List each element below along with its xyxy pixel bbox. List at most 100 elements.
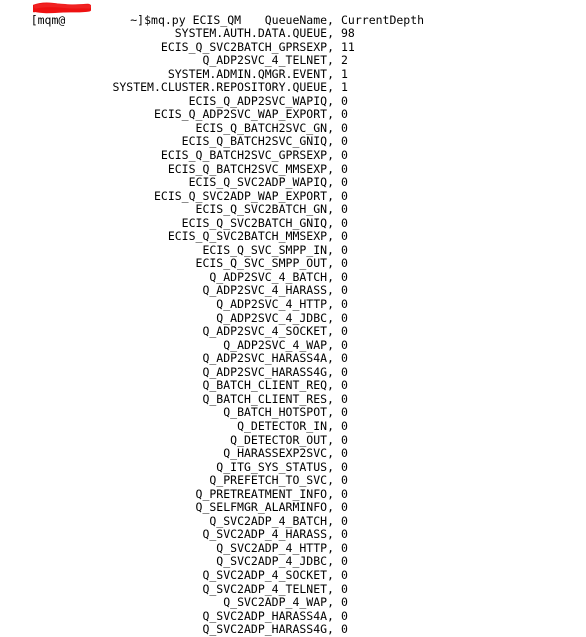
table-row: Q_ADP2SVC_HARASS4A, 0 — [0, 352, 461, 366]
table-row: Q_ADP2SVC_4_HTTP, 0 — [0, 297, 461, 312]
current-depth-cell: 0 — [341, 527, 348, 542]
current-depth-cell: 0 — [341, 188, 348, 203]
table-row: Q_SVC2ADP_4_JDBC, 0 — [0, 555, 461, 569]
shell-prompt-line: [mqm@ ~]$mq.py ECIS_QM — [0, 0, 586, 26]
current-depth-cell: 0 — [341, 581, 348, 596]
shell-command-text: mq.py ECIS_QM — [151, 12, 242, 27]
current-depth-cell: 0 — [341, 148, 348, 163]
prompt-path-suffix: ~]$ — [123, 12, 152, 27]
queue-name-cell: SYSTEM.ADMIN.QMGR.EVENT, — [167, 66, 334, 81]
table-row: Q_SELFMGR_ALARMINFO, 0 — [0, 501, 461, 515]
queue-name-cell: Q_SVC2ADP_4_HTTP, — [216, 540, 334, 555]
queue-name-cell: ECIS_Q_BATCH2SVC_GNIQ, — [181, 134, 334, 149]
current-depth-cell: 0 — [341, 554, 348, 569]
table-row: ECIS_Q_BATCH2SVC_GNIQ, 0 — [0, 135, 461, 149]
current-depth-cell: 0 — [341, 242, 348, 257]
queue-name-cell: Q_ADP2SVC_4_SOCKET, — [202, 324, 334, 339]
current-depth-cell: 0 — [341, 202, 348, 217]
current-depth-cell: 0 — [341, 500, 348, 515]
table-row: Q_PREFETCH_TO_SVC, 0 — [0, 474, 461, 488]
queue-name-cell: SYSTEM.CLUSTER.REPOSITORY.QUEUE, — [112, 80, 334, 95]
queue-name-cell: Q_ADP2SVC_4_HTTP, — [216, 297, 334, 312]
current-depth-cell: 0 — [341, 120, 348, 135]
queue-name-cell: Q_SVC2ADP_4_BATCH, — [209, 513, 334, 528]
current-depth-cell: 11 — [341, 39, 355, 54]
current-depth-cell: 0 — [341, 459, 348, 474]
current-depth-cell: 98 — [341, 26, 355, 41]
table-row: ECIS_Q_SVC2BATCH_MMSEXP, 0 — [0, 230, 461, 244]
queue-name-cell: ECIS_Q_BATCH2SVC_GN, — [195, 120, 334, 135]
queue-name-cell: Q_BATCH_HOTSPOT, — [223, 405, 334, 420]
table-row: Q_PRETREATMENT_INFO, 0 — [0, 487, 461, 502]
current-depth-cell: 0 — [341, 297, 348, 312]
table-row: Q_ADP2SVC_4_WAP, 0 — [0, 337, 461, 353]
column-header-current-depth: CurrentDepth — [341, 12, 425, 27]
queue-name-cell: Q_ADP2SVC_4_BATCH, — [209, 269, 334, 284]
queue-name-cell: Q_SVC2ADP_4_SOCKET, — [202, 567, 334, 582]
table-row: Q_ADP2SVC_4_TELNET, 2 — [0, 54, 461, 68]
table-row: Q_DETECTOR_IN, 0 — [0, 418, 461, 434]
table-row: ECIS_Q_SVC2BATCH_GN, 0 — [0, 203, 461, 217]
queue-depth-table: QueueName, CurrentDepth SYSTEM.AUTH.DATA… — [0, 12, 461, 637]
current-depth-cell: 0 — [341, 405, 348, 420]
queue-name-cell: Q_ADP2SVC_HARASS4A, — [202, 351, 334, 366]
table-row: Q_SVC2ADP_HARASS4A, 0 — [0, 608, 461, 624]
current-depth-cell: 0 — [341, 269, 348, 284]
queue-name-cell: Q_ADP2SVC_4_HARASS, — [202, 283, 334, 298]
table-row: ECIS_Q_SVC_SMPP_IN, 0 — [0, 242, 461, 258]
queue-name-cell: ECIS_Q_BATCH2SVC_GPRSEXP, — [160, 148, 334, 163]
current-depth-cell: 0 — [341, 337, 348, 352]
queue-name-cell: ECIS_Q_SVC2BATCH_MMSEXP, — [167, 229, 334, 244]
table-row: ECIS_Q_SVC2BATCH_GPRSEXP, 11 — [0, 39, 461, 55]
queue-name-cell: Q_HARASSEXP2SVC, — [223, 446, 334, 461]
queue-name-cell: ECIS_Q_SVC2BATCH_GN, — [195, 202, 334, 217]
queue-name-cell: Q_SVC2ADP_HARASS4A, — [202, 608, 334, 623]
current-depth-cell: 0 — [341, 595, 348, 610]
queue-name-cell: ECIS_Q_SVC2BATCH_GNIQ, — [181, 215, 334, 230]
current-depth-cell: 0 — [341, 310, 348, 325]
table-row: ECIS_Q_SVC_SMPP_OUT, 0 — [0, 257, 461, 271]
current-depth-cell: 0 — [341, 161, 348, 176]
table-row: SYSTEM.AUTH.DATA.QUEUE, 98 — [0, 27, 461, 41]
terminal-window[interactable]: [mqm@ ~]$mq.py ECIS_QM QueueName, Curren… — [0, 0, 586, 636]
queue-name-cell: Q_DETECTOR_IN, — [237, 418, 334, 433]
queue-name-cell: ECIS_Q_ADP2SVC_WAP_EXPORT, — [153, 107, 334, 122]
table-row: Q_BATCH_HOTSPOT, 0 — [0, 406, 461, 420]
queue-name-cell: ECIS_Q_SVC_SMPP_IN, — [202, 242, 334, 257]
current-depth-cell: 0 — [341, 378, 348, 393]
table-row: SYSTEM.ADMIN.QMGR.EVENT, 1 — [0, 66, 461, 82]
table-row: ECIS_Q_BATCH2SVC_GN, 0 — [0, 120, 461, 136]
queue-name-cell: Q_SVC2ADP_4_WAP, — [223, 595, 334, 610]
current-depth-cell: 0 — [341, 608, 348, 623]
queue-name-cell: Q_PREFETCH_TO_SVC, — [209, 473, 334, 488]
queue-name-cell: ECIS_Q_BATCH2SVC_MMSEXP, — [167, 161, 334, 176]
queue-name-cell: ECIS_Q_SVC2BATCH_GPRSEXP, — [160, 39, 334, 54]
current-depth-cell: 0 — [341, 446, 348, 461]
current-depth-cell: 0 — [341, 215, 348, 230]
current-depth-cell: 0 — [341, 432, 348, 447]
current-depth-cell: 0 — [341, 473, 348, 488]
queue-name-cell: Q_SELFMGR_ALARMINFO, — [195, 500, 334, 515]
current-depth-cell: 0 — [341, 540, 348, 555]
table-row: Q_ADP2SVC_HARASS4G, 0 — [0, 365, 461, 380]
queue-name-cell: Q_SVC2ADP_4_TELNET, — [202, 581, 334, 596]
queue-name-cell: ECIS_Q_SVC2ADP_WAP_EXPORT, — [153, 188, 334, 203]
current-depth-cell: 0 — [341, 256, 348, 271]
table-row: Q_BATCH_CLIENT_REQ, 0 — [0, 379, 461, 393]
table-row: Q_ADP2SVC_4_JDBC, 0 — [0, 310, 461, 326]
table-row: Q_ADP2SVC_4_BATCH, 0 — [0, 269, 461, 285]
table-row: Q_SVC2ADP_4_SOCKET, 0 — [0, 567, 461, 583]
queue-depth-table-body: QueueName, CurrentDepth SYSTEM.AUTH.DATA… — [0, 12, 461, 637]
current-depth-cell: 0 — [341, 229, 348, 244]
table-row: ECIS_Q_BATCH2SVC_MMSEXP, 0 — [0, 161, 461, 177]
current-depth-cell: 0 — [341, 351, 348, 366]
queue-name-cell: Q_SVC2ADP_4_HARASS, — [202, 527, 334, 542]
table-row: Q_SVC2ADP_HARASS4G, 0 — [0, 623, 461, 637]
current-depth-cell: 0 — [341, 324, 348, 339]
queue-name-cell: Q_ADP2SVC_4_TELNET, — [202, 53, 334, 68]
current-depth-cell: 0 — [341, 567, 348, 582]
current-depth-cell: 0 — [341, 622, 348, 637]
queue-name-cell: SYSTEM.AUTH.DATA.QUEUE, — [174, 26, 334, 41]
table-row: Q_ADP2SVC_4_SOCKET, 0 — [0, 325, 461, 339]
table-row: Q_ITG_SYS_STATUS, 0 — [0, 459, 461, 475]
